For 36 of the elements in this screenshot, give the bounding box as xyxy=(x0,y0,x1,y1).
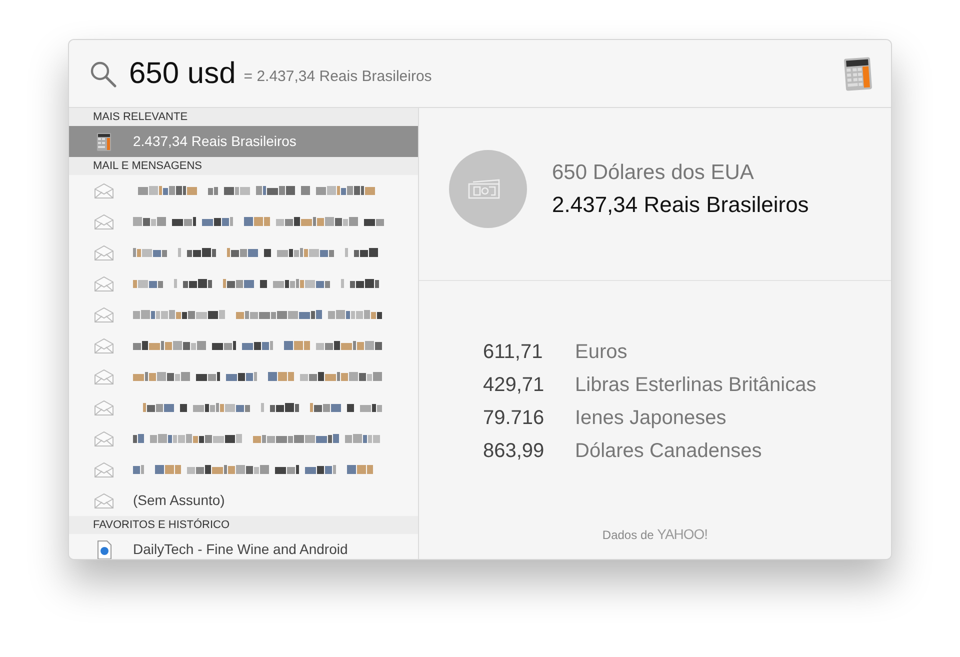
currency-icon xyxy=(449,150,527,228)
currency-name: Euros xyxy=(575,340,628,365)
source-amount: 650 Dólares dos EUA xyxy=(552,160,755,186)
converted-amount: 2.437,34 Reais Brasileiros xyxy=(552,191,809,220)
converted-amount-value: 863,99 xyxy=(483,439,546,464)
calculator-icon xyxy=(843,56,873,92)
result-row[interactable]: (Sem Assunto) xyxy=(69,485,418,516)
envelope-icon xyxy=(93,182,115,198)
result-row[interactable]: DailyTech - Fine Wine and Android xyxy=(69,534,418,559)
result-title: 2.437,34 Reais Brasileiros xyxy=(133,132,296,151)
envelope-icon xyxy=(93,306,115,322)
envelope-icon xyxy=(93,368,115,384)
currency-name: Libras Esterlinas Britânicas xyxy=(575,373,816,398)
envelope-icon xyxy=(93,430,115,446)
converted-amount-value: 611,71 xyxy=(483,340,544,365)
result-title: (Sem Assunto) xyxy=(133,491,225,510)
credit-text: Dados de xyxy=(602,528,654,542)
section-header: MAIL E MENSAGENS xyxy=(69,157,418,175)
search-icon xyxy=(89,60,117,88)
section-header: MAIS RELEVANTE xyxy=(69,108,418,126)
envelope-icon xyxy=(93,400,115,416)
result-title: DailyTech - Fine Wine and Android xyxy=(133,540,348,559)
currency-name: Ienes Japoneses xyxy=(575,406,726,431)
search-query[interactable]: 650 usd xyxy=(129,58,236,88)
envelope-icon xyxy=(93,462,115,478)
envelope-icon xyxy=(93,338,115,354)
envelope-icon xyxy=(93,214,115,230)
currency-name: Dólares Canadenses xyxy=(575,439,762,464)
section-header: FAVORITOS E HISTÓRICO xyxy=(69,516,418,534)
envelope-icon xyxy=(93,276,115,292)
result-hint: = 2.437,34 Reais Brasileiros xyxy=(244,67,432,88)
envelope-icon xyxy=(93,492,115,508)
envelope-icon xyxy=(93,244,115,260)
provider-logo: YAHOO! xyxy=(657,526,708,542)
converted-amount-value: 79.716 xyxy=(483,406,546,431)
converted-amount-value: 429,71 xyxy=(483,373,546,398)
